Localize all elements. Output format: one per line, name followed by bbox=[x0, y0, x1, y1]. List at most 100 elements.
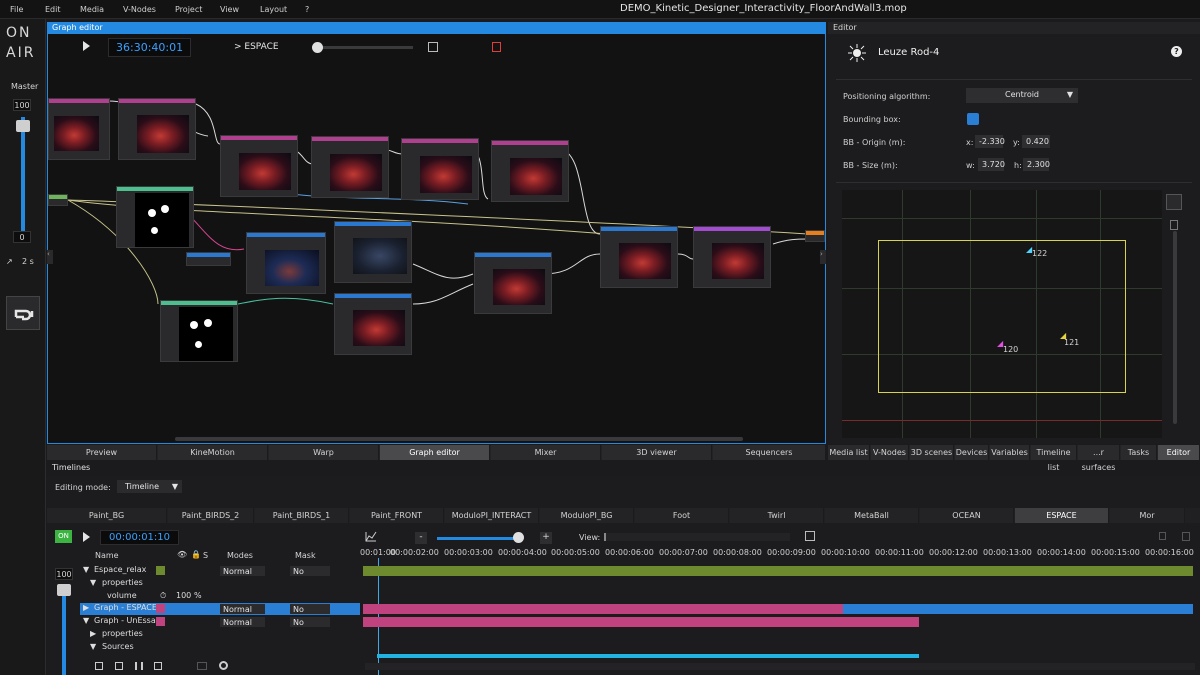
zoom-slider-track[interactable] bbox=[437, 537, 521, 540]
tab-surfaces[interactable]: ...r surfaces bbox=[1078, 445, 1120, 472]
render-node[interactable] bbox=[334, 221, 412, 283]
output-node[interactable] bbox=[693, 226, 771, 288]
layer-mode[interactable]: Normal bbox=[220, 566, 265, 576]
zoom-out-button[interactable]: - bbox=[415, 532, 427, 544]
blob-node[interactable] bbox=[116, 186, 194, 248]
tab-timeline-list[interactable]: Timeline list bbox=[1031, 445, 1077, 472]
editing-mode-select[interactable]: Timeline ▼ bbox=[117, 480, 182, 493]
layer-row[interactable]: ▼ Espace_relax Normal No bbox=[80, 565, 360, 577]
tab-paint-birds-2[interactable]: Paint_BIRDS_2 bbox=[168, 508, 254, 523]
tab-media-list[interactable]: Media list bbox=[828, 445, 870, 460]
color-swatch-icon[interactable] bbox=[197, 662, 207, 670]
render-node[interactable] bbox=[474, 252, 552, 314]
tab-modulopi-interact[interactable]: ModuloPI_INTERACT bbox=[445, 508, 539, 523]
tab-graph-editor[interactable]: Graph editor bbox=[380, 445, 490, 460]
trash-icon[interactable] bbox=[154, 662, 162, 670]
tab-paint-front[interactable]: Paint_FRONT bbox=[350, 508, 444, 523]
timeline-master-value[interactable]: 100 bbox=[55, 568, 73, 580]
input-node[interactable] bbox=[48, 194, 68, 206]
layer-mask[interactable]: No bbox=[290, 617, 330, 627]
tab-more[interactable]: Mor bbox=[1110, 508, 1185, 523]
fit-view-icon[interactable] bbox=[805, 531, 815, 541]
layer-row-selected[interactable]: ▶ Graph - ESPACE Normal No bbox=[80, 603, 360, 615]
menu-layout[interactable]: Layout bbox=[260, 5, 287, 14]
search-icon[interactable] bbox=[219, 661, 228, 670]
size-w-input[interactable]: 3.720 bbox=[978, 158, 1005, 171]
menu-project[interactable]: Project bbox=[175, 5, 202, 14]
tab-devices[interactable]: Devices bbox=[955, 445, 989, 460]
mixer-node[interactable] bbox=[600, 226, 678, 288]
tab-3d-scenes[interactable]: 3D scenes bbox=[910, 445, 954, 460]
menu-edit[interactable]: Edit bbox=[45, 5, 61, 14]
property-value[interactable]: 100 bbox=[176, 591, 191, 600]
master-slider-handle[interactable] bbox=[16, 120, 30, 132]
timeline-master-track[interactable] bbox=[62, 584, 66, 675]
graph-scrollbar[interactable] bbox=[175, 437, 743, 441]
tab-foot[interactable]: Foot bbox=[635, 508, 729, 523]
mixer-icon[interactable] bbox=[135, 662, 143, 670]
output-port[interactable] bbox=[805, 230, 825, 242]
effect-node[interactable] bbox=[401, 138, 479, 200]
help-icon[interactable]: ? bbox=[1171, 46, 1182, 57]
collapse-left-icon[interactable]: ‹ bbox=[47, 250, 53, 264]
menu-vnodes[interactable]: V-Nodes bbox=[123, 5, 156, 14]
zoom-slider-handle[interactable] bbox=[513, 532, 524, 543]
counter-value[interactable]: 0 bbox=[13, 231, 31, 243]
editor-scrollbar[interactable] bbox=[1173, 231, 1177, 424]
master-slider-track[interactable] bbox=[21, 117, 25, 237]
add-folder-icon[interactable] bbox=[95, 662, 103, 670]
blob-node[interactable] bbox=[160, 300, 238, 362]
effect-node[interactable] bbox=[491, 140, 569, 202]
size-h-input[interactable]: 2.300 bbox=[1023, 158, 1050, 171]
link-button[interactable] bbox=[6, 296, 40, 330]
variable-node[interactable] bbox=[186, 252, 231, 266]
track-clip[interactable] bbox=[363, 604, 843, 614]
tab-kinemotion[interactable]: KineMotion bbox=[158, 445, 268, 460]
layer-row[interactable]: ▼ properties bbox=[80, 578, 360, 590]
render-node[interactable] bbox=[334, 293, 412, 355]
property-row[interactable]: volume ⏱ 100 % bbox=[80, 591, 360, 603]
zoom-in-button[interactable]: + bbox=[540, 532, 552, 544]
track-clip[interactable] bbox=[377, 654, 919, 658]
sensor-view[interactable]: ◢ 122 ◢ 121 ◢ 120 bbox=[842, 190, 1162, 438]
track-clip[interactable] bbox=[843, 604, 1193, 614]
track-clip[interactable] bbox=[363, 566, 1193, 576]
fit-view-icon[interactable] bbox=[1166, 194, 1182, 210]
tab-ocean[interactable]: OCEAN bbox=[920, 508, 1014, 523]
tab-tasks[interactable]: Tasks bbox=[1121, 445, 1157, 460]
on-button[interactable]: ON bbox=[55, 530, 72, 543]
track-clip[interactable] bbox=[363, 617, 919, 627]
tab-variables[interactable]: Variables bbox=[990, 445, 1030, 460]
layer-row[interactable]: ▼ Sources bbox=[80, 642, 360, 654]
tab-espace[interactable]: ESPACE bbox=[1015, 508, 1109, 523]
tab-editor[interactable]: Editor bbox=[1158, 445, 1200, 460]
layer-row[interactable]: ▶ properties bbox=[80, 629, 360, 641]
menu-help[interactable]: ? bbox=[305, 5, 309, 14]
media-node[interactable] bbox=[118, 98, 196, 160]
tab-paint-birds-1[interactable]: Paint_BIRDS_1 bbox=[255, 508, 349, 523]
timeline-timecode[interactable]: 00:00:01:10 bbox=[100, 530, 180, 545]
tab-mixer[interactable]: Mixer bbox=[491, 445, 601, 460]
tab-modulopi-bg[interactable]: ModuloPI_BG bbox=[540, 508, 634, 523]
play-icon[interactable] bbox=[83, 532, 90, 542]
menu-file[interactable]: File bbox=[10, 5, 23, 14]
menu-media[interactable]: Media bbox=[80, 5, 104, 14]
view-range[interactable] bbox=[604, 533, 790, 541]
bounding-box[interactable] bbox=[878, 240, 1126, 393]
tab-warp[interactable]: Warp bbox=[269, 445, 379, 460]
layer-mode[interactable]: Normal bbox=[220, 604, 265, 614]
menu-view[interactable]: View bbox=[220, 5, 239, 14]
add-item-icon[interactable] bbox=[115, 662, 123, 670]
positioning-select[interactable]: Centroid ▼ bbox=[966, 88, 1078, 103]
layer-mask[interactable]: No bbox=[290, 604, 330, 614]
tab-preview[interactable]: Preview bbox=[47, 445, 157, 460]
trash-icon[interactable] bbox=[1182, 532, 1190, 541]
origin-y-input[interactable]: 0.420 bbox=[1022, 135, 1050, 148]
timeline-scrollbar[interactable] bbox=[365, 663, 1195, 670]
graph-editor-canvas[interactable]: 36:30:40:01 > ESPACE bbox=[47, 34, 826, 444]
time-ruler[interactable]: 00:01:00 00:00:02:00 00:00:03:00 00:00:0… bbox=[360, 548, 1196, 560]
tab-twirl[interactable]: Twirl bbox=[730, 508, 824, 523]
layer-mask[interactable]: No bbox=[290, 566, 330, 576]
tab-3d-viewer[interactable]: 3D viewer bbox=[602, 445, 712, 460]
collapse-right-icon[interactable]: › bbox=[820, 250, 826, 264]
